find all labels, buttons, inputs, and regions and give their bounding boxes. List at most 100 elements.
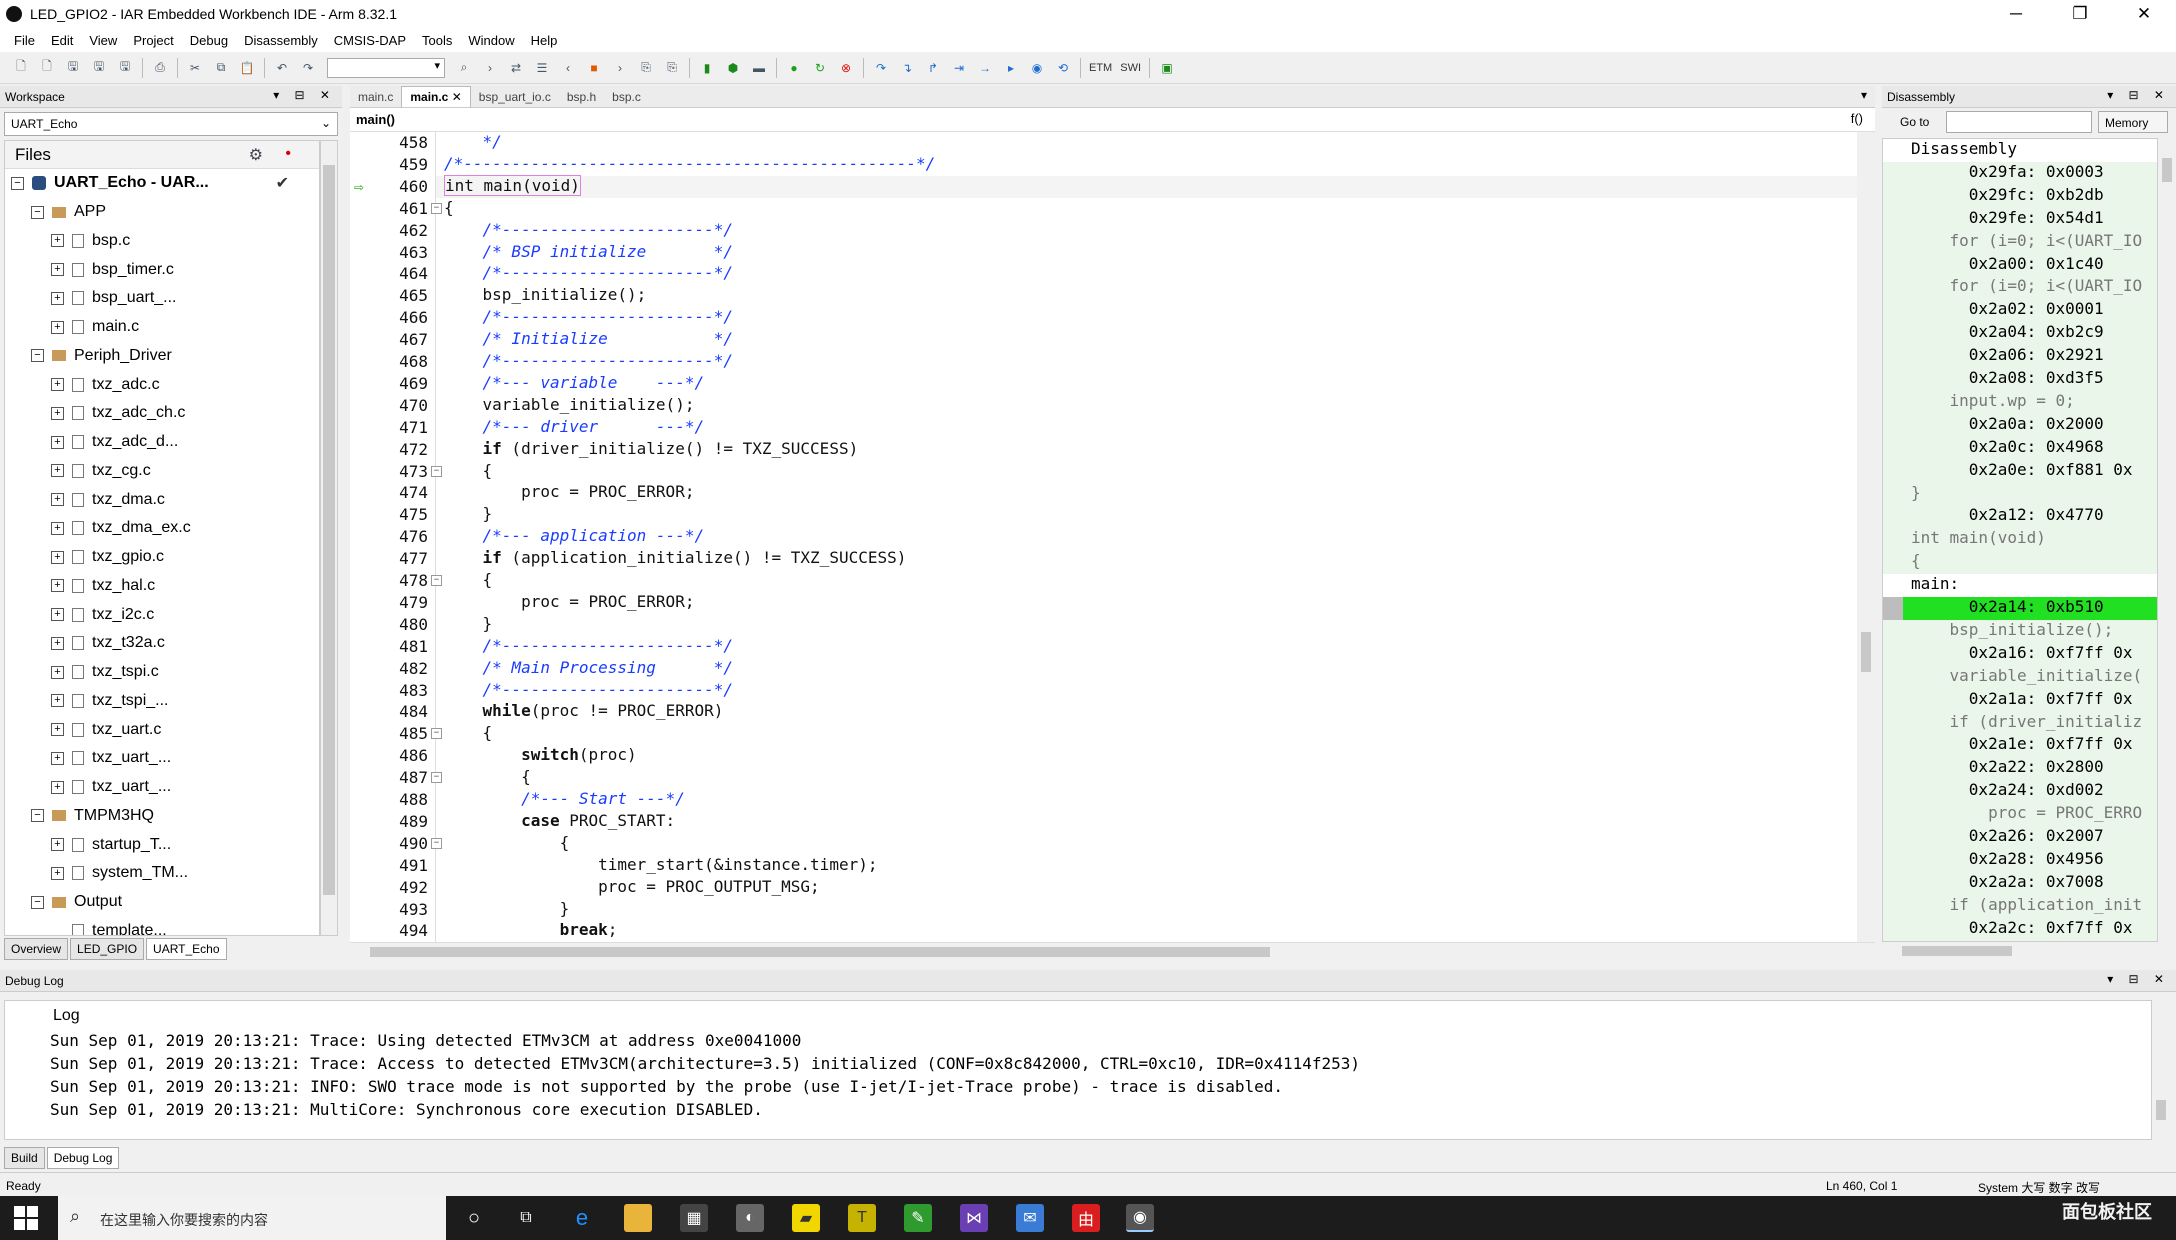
line-number[interactable]: 487−	[350, 767, 442, 789]
line-number[interactable]: 479	[350, 592, 436, 614]
scrollbar-thumb[interactable]	[2156, 1100, 2166, 1120]
expand-toggle-icon[interactable]: +	[51, 665, 64, 679]
disassembly-line[interactable]: 0x2a0c: 0x4968	[1883, 436, 2157, 460]
disassembly-line[interactable]: 0x2a04: 0xb2c9	[1883, 322, 2157, 346]
workspace-config-select[interactable]: UART_Echo ⌄	[4, 112, 338, 136]
disassembly-line[interactable]: 0x2a26: 0x2007	[1883, 826, 2157, 849]
code-line[interactable]: /*--- application ---*/	[436, 526, 1857, 548]
line-number[interactable]: 473−	[350, 461, 442, 483]
nav-forward-icon[interactable]: ›	[610, 58, 630, 78]
open-icon[interactable]: 🖫	[63, 58, 83, 78]
gear-icon[interactable]: ⚙	[249, 145, 263, 165]
find-next-icon[interactable]: ›	[480, 58, 500, 78]
tree-item[interactable]: − UART_Echo - UAR... ✔	[5, 169, 319, 198]
menu-help[interactable]: Help	[523, 33, 566, 48]
line-number[interactable]: 471	[350, 417, 436, 439]
tab-bsp-uart-io[interactable]: bsp_uart_io.c	[471, 87, 559, 107]
disassembly-line[interactable]: 0x2a28: 0x4956	[1883, 848, 2157, 872]
edge-icon[interactable]: e	[568, 1204, 596, 1232]
line-number[interactable]: 476	[350, 526, 436, 548]
windows-start-icon[interactable]	[14, 1206, 38, 1230]
disassembly-line[interactable]: 0x2a24: 0xd002	[1883, 780, 2157, 804]
tree-item[interactable]: + bsp.c	[5, 227, 319, 256]
code-line[interactable]: /* Initialize */	[436, 329, 1857, 351]
disassembly-horizontal-scrollbar[interactable]	[1882, 942, 2176, 960]
goto-input[interactable]	[1946, 111, 2092, 133]
fold-toggle-icon[interactable]: −	[431, 837, 442, 849]
code-line[interactable]: int main(void)	[436, 174, 1857, 198]
current-instruction[interactable]: 0x2a14: 0xb510	[1883, 597, 2157, 620]
paste-icon[interactable]: 📋	[237, 58, 257, 78]
tree-item[interactable]: + txz_i2c.c	[5, 600, 319, 629]
expand-toggle-icon[interactable]: +	[51, 521, 64, 535]
tree-item[interactable]: + txz_adc_d...	[5, 428, 319, 457]
disassembly-line[interactable]: 0x2a00: 0x1c40	[1883, 253, 2157, 277]
code-line[interactable]: /*----------------------*/	[436, 263, 1857, 285]
menu-file[interactable]: File	[6, 33, 43, 48]
expand-toggle-icon[interactable]: −	[31, 809, 44, 823]
disassembly-line[interactable]: 0x29fc: 0xb2db	[1883, 184, 2157, 208]
expand-toggle-icon[interactable]: +	[51, 493, 64, 507]
tab-bsp-c[interactable]: bsp.c	[604, 87, 649, 107]
expand-toggle-icon[interactable]: +	[51, 320, 64, 334]
code-line[interactable]: }	[436, 899, 1857, 921]
line-number[interactable]: 481	[350, 636, 436, 658]
minimize-button[interactable]: ─	[1984, 0, 2048, 28]
code-line[interactable]: {	[436, 198, 1857, 220]
save-icon[interactable]: 🖫	[89, 58, 109, 78]
disassembly-line[interactable]: 0x2a16: 0xf7ff 0x	[1883, 642, 2157, 666]
tree-item[interactable]: − APP	[5, 198, 319, 227]
line-number[interactable]: 484	[350, 701, 436, 723]
reset-icon[interactable]: ↻	[810, 58, 830, 78]
line-number[interactable]: 470	[350, 395, 436, 417]
line-number[interactable]: 478−	[350, 570, 442, 592]
expand-toggle-icon[interactable]: +	[51, 234, 64, 248]
code-line[interactable]: switch(proc)	[436, 745, 1857, 767]
tree-item[interactable]: + txz_hal.c	[5, 572, 319, 601]
line-number[interactable]: 490−	[350, 833, 442, 855]
app-icon[interactable]: ◐	[736, 1204, 764, 1232]
task-view-icon[interactable]: ⧉	[512, 1204, 540, 1232]
tree-item[interactable]: + bsp_uart_...	[5, 284, 319, 313]
scrollbar-thumb[interactable]	[370, 947, 1270, 957]
disassembly-line[interactable]: 0x2a2c: 0xf7ff 0x	[1883, 917, 2157, 941]
memory-select[interactable]: Memory	[2098, 111, 2168, 133]
tree-item[interactable]: + txz_tspi_...	[5, 687, 319, 716]
menu-edit[interactable]: Edit	[43, 33, 81, 48]
fold-toggle-icon[interactable]: −	[431, 728, 442, 740]
disassembly-line[interactable]: proc = PROC_ERRO	[1883, 803, 2157, 827]
disassembly-line[interactable]: 0x2a0e: 0xf881 0x	[1883, 459, 2157, 483]
tabs-dropdown-icon[interactable]: ▾	[1861, 88, 1867, 102]
tab-uart-echo[interactable]: UART_Echo	[146, 938, 227, 960]
line-number[interactable]: 464	[350, 263, 436, 285]
debug-log-view[interactable]: Log Sun Sep 01, 2019 20:13:21: Trace: Us…	[4, 1000, 2152, 1140]
tree-item[interactable]: + txz_dma_ex.c	[5, 514, 319, 543]
scrollbar-thumb[interactable]	[2162, 158, 2172, 182]
tab-debug-log[interactable]: Debug Log	[46, 1147, 120, 1169]
nav-back-icon[interactable]: ‹	[558, 58, 578, 78]
code-line[interactable]: /* Main Processing */	[436, 658, 1857, 680]
line-number[interactable]: 458	[350, 132, 436, 154]
log-vertical-scrollbar[interactable]	[2152, 1000, 2170, 1140]
disassembly-line[interactable]: if (driver_initializ	[1883, 711, 2157, 735]
tab-main-c[interactable]: main.c	[350, 87, 401, 107]
menu-cmsis-dap[interactable]: CMSIS-DAP	[326, 33, 414, 48]
disassembly-line[interactable]: for (i=0; i<(UART_IO	[1883, 230, 2157, 254]
new-workspace-icon[interactable]: 🗋	[37, 58, 57, 78]
code-line[interactable]: if (application_initialize() != TXZ_SUCC…	[436, 548, 1857, 570]
editor-horizontal-scrollbar[interactable]	[350, 942, 1875, 960]
tree-item[interactable]: + main.c	[5, 313, 319, 342]
find-icon[interactable]: ⌕	[454, 58, 474, 78]
mail-icon[interactable]: ✉	[1016, 1204, 1044, 1232]
disassembly-line[interactable]: main:	[1883, 574, 2157, 598]
next-statement-icon[interactable]: ⇥	[949, 58, 969, 78]
disassembly-line[interactable]: 0x2a2a: 0x7008	[1883, 871, 2157, 895]
code-line[interactable]: case PROC_START:	[436, 811, 1857, 833]
line-number[interactable]: 461−	[350, 198, 442, 220]
tree-item[interactable]: + txz_dma.c	[5, 485, 319, 514]
bookmark-icon[interactable]: ■	[584, 58, 604, 78]
tree-item[interactable]: + txz_adc.c	[5, 370, 319, 399]
step-into-icon[interactable]: ↴	[897, 58, 917, 78]
tree-item[interactable]: + txz_adc_ch.c	[5, 399, 319, 428]
expand-toggle-icon[interactable]: +	[51, 406, 64, 420]
